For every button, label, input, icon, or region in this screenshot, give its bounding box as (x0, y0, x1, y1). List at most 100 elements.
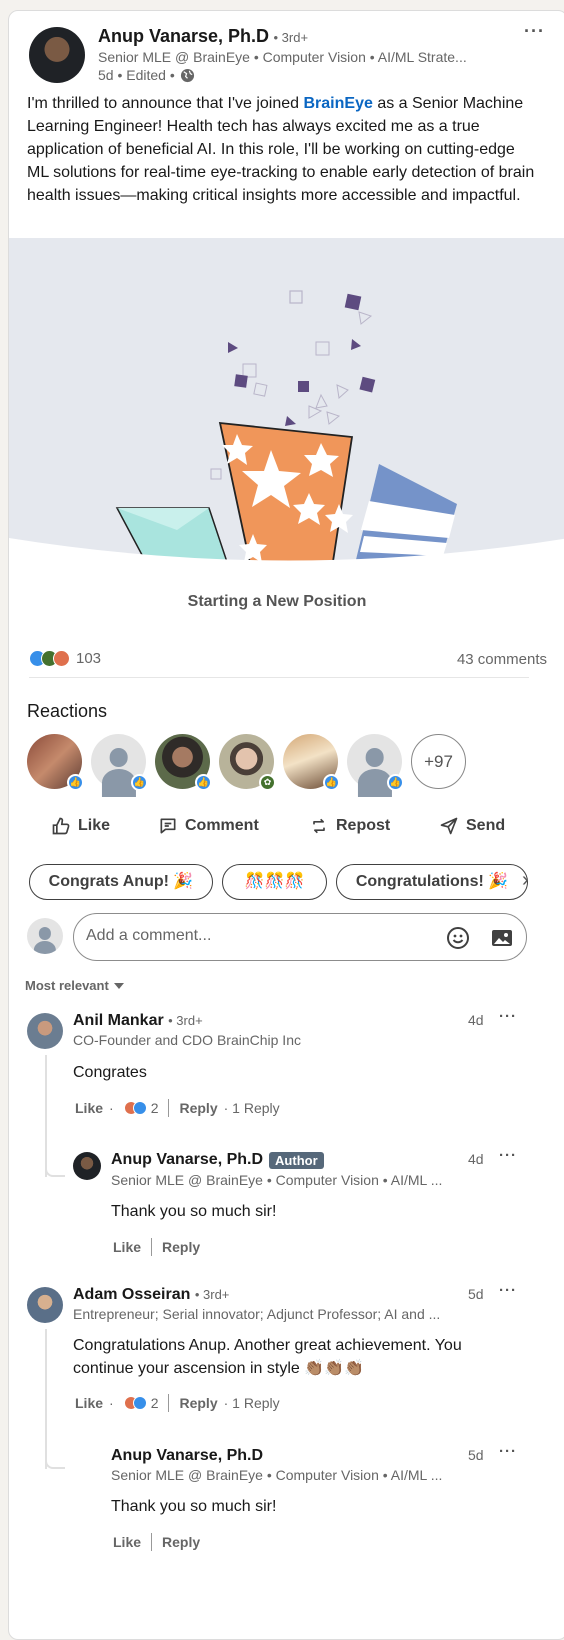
comment-like-button[interactable]: Like (75, 1100, 103, 1116)
separator (151, 1238, 153, 1256)
sort-comments-dropdown[interactable]: Most relevant (25, 978, 124, 993)
separator (151, 1533, 153, 1551)
caret-down-icon (113, 982, 124, 989)
separator-dot: · (109, 1100, 114, 1116)
more-reactors-button[interactable]: +97 (411, 734, 466, 789)
repost-action-button[interactable]: Repost (309, 816, 390, 836)
commenter-name[interactable]: Adam Osseiran (73, 1286, 190, 1303)
reply-timestamp: 4d (468, 1151, 484, 1167)
like-badge-icon: 👍 (131, 774, 148, 791)
thread-connector (45, 1443, 65, 1469)
like-action-label: Like (78, 817, 111, 834)
divider (29, 677, 529, 678)
reactor-avatar[interactable]: 👍 (347, 734, 404, 791)
comment-overflow-menu-button[interactable]: ··· (499, 1008, 517, 1025)
reply-text: Thank you so much sir! (111, 1203, 277, 1220)
celebrate-badge-icon: ✿ (259, 774, 276, 791)
chevron-right-icon[interactable]: › (522, 869, 529, 892)
reply-overflow-menu-button[interactable]: ··· (499, 1147, 517, 1164)
post-text-before: I'm thrilled to announce that I've joine… (27, 95, 304, 112)
reply-count-link[interactable]: · 1 Reply (224, 1395, 280, 1411)
comment-timestamp: 5d (468, 1286, 484, 1302)
send-action-label: Send (466, 817, 506, 834)
reply-author-avatar[interactable] (73, 1152, 101, 1180)
comment-overflow-menu-button[interactable]: ··· (499, 1282, 517, 1299)
comment-action-button[interactable]: Comment (158, 816, 259, 836)
comment-reaction-count[interactable]: 2 (151, 1100, 159, 1116)
post-body: I'm thrilled to announce that I've joine… (27, 92, 537, 207)
reply-author-name[interactable]: Anup Vanarse, Ph.D (111, 1151, 263, 1169)
commenter-headline: Entrepreneur; Serial innovator; Adjunct … (73, 1306, 441, 1322)
commenter-avatar[interactable] (27, 1013, 63, 1049)
emoji-icon[interactable] (446, 926, 470, 950)
repost-action-label: Repost (336, 817, 391, 834)
reply-author-headline: Senior MLE @ BrainEye • Computer Vision … (111, 1467, 443, 1483)
reactor-avatar[interactable]: 👍 (27, 734, 84, 791)
repost-icon (313, 818, 325, 834)
add-comment-input[interactable]: Add a comment... (73, 913, 527, 961)
comment-actions: Like · 2 Reply · 1 Reply (75, 1099, 280, 1117)
image-icon[interactable] (490, 926, 514, 950)
reply-like-button[interactable]: Like (113, 1239, 141, 1255)
post-illustration[interactable] (9, 238, 564, 568)
reply-overflow-menu-button[interactable]: ··· (499, 1443, 517, 1460)
post-author-headline: Senior MLE @ BrainEye • Computer Vision … (98, 49, 467, 65)
comment-reply-button[interactable]: Reply (179, 1395, 217, 1411)
comment-text: Congratulations Anup. Another great achi… (73, 1337, 462, 1377)
comment-count-link[interactable]: 43 comments (457, 651, 547, 668)
reactor-avatar[interactable]: 👍 (91, 734, 148, 791)
post-author-name[interactable]: Anup Vanarse, Ph.D (98, 26, 269, 46)
like-badge-icon: 👍 (387, 774, 404, 791)
thread-connector (45, 1151, 65, 1177)
braineye-mention-link[interactable]: BrainEye (304, 95, 373, 112)
reply-text: Thank you so much sir! (111, 1498, 277, 1515)
reply-actions: Like Reply (113, 1238, 200, 1256)
thumbs-up-icon (52, 817, 70, 835)
comment-reply-button[interactable]: Reply (179, 1100, 217, 1116)
separator (168, 1394, 170, 1412)
separator-dot: · (109, 1395, 114, 1411)
commenter-name[interactable]: Anil Mankar (73, 1012, 164, 1029)
like-badge-icon: 👍 (323, 774, 340, 791)
suggested-comment-chip[interactable]: Congratulations! 🎉 (336, 864, 528, 900)
comment-reaction-icons[interactable] (123, 1396, 147, 1410)
comment-like-button[interactable]: Like (75, 1395, 103, 1411)
suggested-comment-chip[interactable]: 🎊🎊🎊 (222, 864, 327, 900)
reply-count-link[interactable]: · 1 Reply (224, 1100, 280, 1116)
reaction-icons-stack (29, 650, 70, 667)
comment-text: Congrates (73, 1064, 147, 1081)
like-badge-icon: 👍 (195, 774, 212, 791)
feed-post-card: Anup Vanarse, Ph.D • 3rd+ Senior MLE @ B… (8, 10, 564, 1640)
globe-icon (180, 68, 194, 82)
reactor-avatar[interactable]: 👍 (283, 734, 340, 791)
comment-actions: Like · 2 Reply · 1 Reply (75, 1394, 280, 1412)
send-icon (440, 817, 458, 835)
reactor-avatar[interactable]: 👍 (155, 734, 212, 791)
add-comment-placeholder: Add a comment... (86, 927, 212, 944)
separator (168, 1099, 170, 1117)
reply-timestamp: 5d (468, 1447, 484, 1463)
reply-actions: Like Reply (113, 1533, 200, 1551)
post-overflow-menu-button[interactable]: ··· (524, 21, 545, 42)
commenter-avatar[interactable] (27, 1287, 63, 1323)
reply-like-button[interactable]: Like (113, 1534, 141, 1550)
reply-author-headline: Senior MLE @ BrainEye • Computer Vision … (111, 1172, 443, 1188)
comment-icon (160, 818, 176, 834)
reply-reply-button[interactable]: Reply (162, 1239, 200, 1255)
reactor-avatar[interactable]: ✿ (219, 734, 276, 791)
reply-author-name[interactable]: Anup Vanarse, Ph.D (111, 1447, 263, 1464)
comment-reaction-count[interactable]: 2 (151, 1395, 159, 1411)
reply-reply-button[interactable]: Reply (162, 1534, 200, 1550)
sort-label: Most relevant (25, 978, 109, 993)
post-meta: 5d • Edited • (98, 67, 195, 83)
reaction-summary[interactable]: 103 (29, 650, 101, 667)
post-author-degree: • 3rd+ (273, 30, 309, 45)
author-badge: Author (269, 1151, 324, 1169)
like-action-button[interactable]: Like (51, 816, 110, 836)
suggested-comment-chip[interactable]: Congrats Anup! 🎉 (29, 864, 213, 900)
current-user-avatar (27, 918, 63, 954)
comment-reaction-icons[interactable] (123, 1101, 147, 1115)
love-reaction-icon (53, 650, 70, 667)
send-action-button[interactable]: Send (439, 816, 505, 836)
post-author-avatar[interactable] (29, 27, 85, 83)
